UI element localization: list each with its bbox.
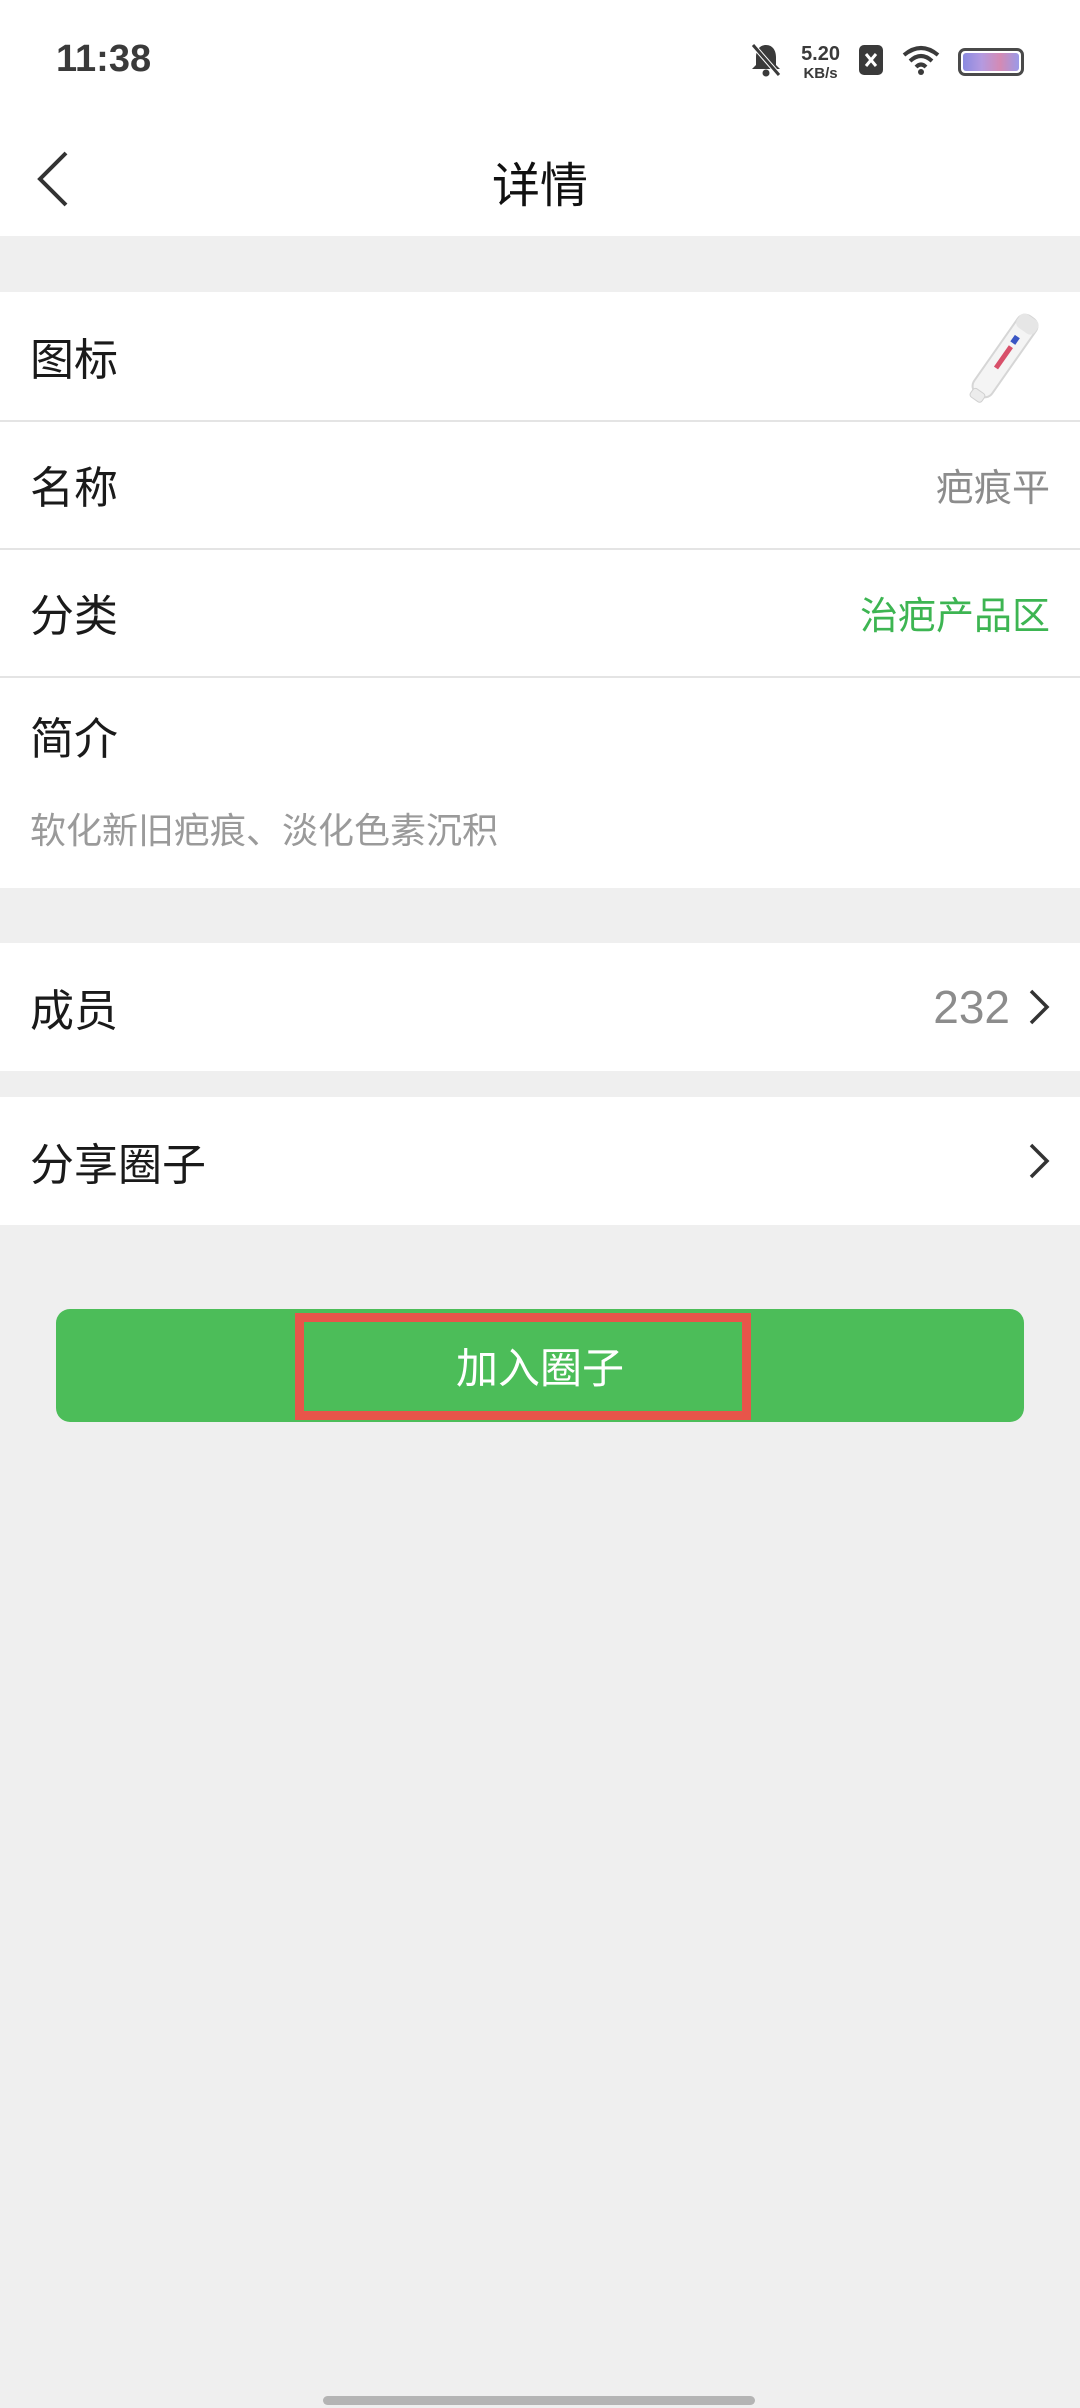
page-title: 详情 <box>491 158 588 214</box>
no-sim-icon <box>858 44 884 80</box>
status-time: 11:38 <box>56 38 152 80</box>
icon-label: 图标 <box>30 335 118 386</box>
members-count: 232 <box>933 981 1010 1033</box>
details-section: 图标 名称 疤痕平 分类 治疤产品区 简介 软化新旧疤痕、淡化色素沉积 <box>0 292 1080 888</box>
home-indicator[interactable] <box>323 2396 755 2405</box>
status-icons: 5.20 KB/s <box>749 40 1024 84</box>
name-value: 疤痕平 <box>935 465 1050 510</box>
name-row: 名称 疤痕平 <box>0 420 1080 548</box>
wifi-icon <box>902 45 940 79</box>
battery-fill <box>963 53 1019 71</box>
icon-row: 图标 <box>0 292 1080 420</box>
battery-icon <box>958 48 1024 76</box>
intro-label: 简介 <box>30 714 118 765</box>
chevron-right-icon <box>1028 988 1050 1026</box>
intro-row: 简介 软化新旧疤痕、淡化色素沉积 <box>0 676 1080 888</box>
net-speed-unit: KB/s <box>803 64 838 82</box>
mute-bell-icon <box>749 42 783 82</box>
share-label: 分享圈子 <box>30 1140 206 1191</box>
category-link[interactable]: 治疤产品区 <box>860 585 1050 640</box>
category-label: 分类 <box>30 591 118 642</box>
net-speed-value: 5.20 <box>801 42 840 65</box>
share-section: 分享圈子 <box>0 1097 1080 1225</box>
name-label: 名称 <box>30 463 118 514</box>
net-speed: 5.20 KB/s <box>801 44 840 81</box>
members-row[interactable]: 成员 232 <box>0 943 1080 1071</box>
highlight-box <box>295 1313 751 1420</box>
members-label: 成员 <box>30 986 118 1037</box>
status-bar: 11:38 5.20 KB/s <box>0 0 1080 122</box>
category-row: 分类 治疤产品区 <box>0 548 1080 676</box>
chevron-right-icon <box>1028 1142 1050 1180</box>
page: 11:38 5.20 KB/s 详情 图标 名称 疤痕平 分类 治疤产品区 简介… <box>0 0 1080 2408</box>
members-section: 成员 232 <box>0 943 1080 1071</box>
share-row[interactable]: 分享圈子 <box>0 1097 1080 1225</box>
nav-bar: 详情 <box>0 122 1080 236</box>
intro-text: 软化新旧疤痕、淡化色素沉积 <box>30 811 499 852</box>
group-icon-image[interactable] <box>950 301 1060 411</box>
